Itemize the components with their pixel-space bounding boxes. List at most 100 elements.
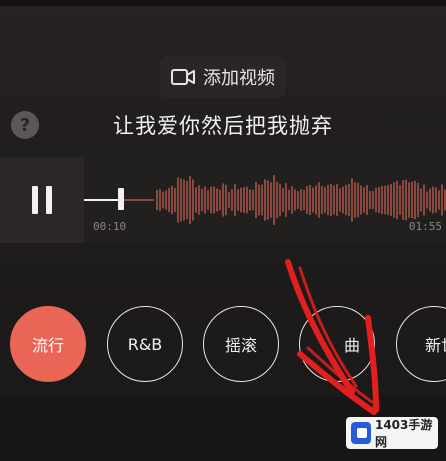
waveform-bar <box>312 187 314 213</box>
watermark-logo-icon <box>351 422 371 444</box>
waveform-bar <box>417 182 419 218</box>
waveform-bar <box>333 185 335 215</box>
pause-icon <box>30 186 54 214</box>
current-time: 00:10 <box>93 220 127 233</box>
waveform-bar <box>387 184 389 216</box>
waveform-bar <box>231 189 233 211</box>
waveform-bar <box>246 186 248 214</box>
waveform-bar <box>180 178 182 222</box>
waveform-bar <box>294 189 296 211</box>
waveform-bar <box>189 175 191 225</box>
waveform-bar <box>225 184 227 216</box>
waveform-bar <box>381 186 383 214</box>
waveform <box>84 175 446 225</box>
waveform-bar <box>402 180 404 220</box>
waveform-bar <box>297 190 299 210</box>
waveform-bar <box>432 186 434 214</box>
waveform-bar <box>405 179 407 221</box>
waveform-bar <box>282 188 284 212</box>
waveform-bar <box>183 179 185 221</box>
waveform-bar <box>351 178 353 222</box>
waveform-bar <box>414 180 416 220</box>
waveform-bar <box>324 187 326 213</box>
playhead-handle[interactable] <box>118 188 124 210</box>
waveform-bar <box>390 183 392 217</box>
waveform-bar <box>288 189 290 211</box>
waveform-track[interactable] <box>84 157 446 243</box>
add-video-button[interactable]: 添加视频 <box>160 56 286 98</box>
play-pause-button[interactable] <box>0 157 84 243</box>
waveform-bar <box>186 181 188 219</box>
waveform-bar <box>342 186 344 214</box>
waveform-bar <box>354 182 356 218</box>
genre-rock-button[interactable]: 摇滚 <box>203 306 279 382</box>
waveform-bar <box>303 189 305 211</box>
waveform-bar <box>285 183 287 217</box>
waveform-bar <box>315 185 317 215</box>
genre-label: 曲 <box>343 336 360 355</box>
waveform-bar <box>243 187 245 213</box>
waveform-bar <box>426 191 428 209</box>
waveform-bar <box>396 180 398 220</box>
watermark-text: 1403手游网 <box>374 418 433 449</box>
waveform-bar <box>210 186 212 214</box>
waveform-bar <box>165 190 167 210</box>
genre-label: 流行 <box>31 336 64 355</box>
waveform-bar <box>309 184 311 216</box>
waveform-bar <box>270 182 272 218</box>
genre-label: 摇滚 <box>224 336 257 355</box>
genre-label: 新世 <box>424 336 446 355</box>
waveform-bar <box>216 188 218 212</box>
waveform-bar <box>408 182 410 218</box>
waveform-bar <box>234 184 236 216</box>
waveform-bar <box>291 186 293 214</box>
waveform-bar <box>306 186 308 214</box>
genre-pop-button[interactable]: 流行 <box>10 306 86 382</box>
waveform-bar <box>195 187 197 213</box>
waveform-bar <box>420 188 422 212</box>
waveform-bar <box>423 184 425 216</box>
waveform-bar <box>192 179 194 221</box>
waveform-bar <box>219 189 221 211</box>
waveform-bar <box>198 185 200 215</box>
waveform-bar <box>360 185 362 215</box>
waveform-bar <box>228 191 230 209</box>
waveform-bar <box>429 188 431 212</box>
waveform-bar <box>249 189 251 211</box>
waveform-bar <box>207 190 209 210</box>
genre-rnb-button[interactable]: R&B <box>107 306 183 382</box>
waveform-bar <box>237 189 239 211</box>
top-bar <box>0 0 446 6</box>
video-camera-icon <box>171 69 195 85</box>
genre-new-age-button[interactable]: 新世 <box>396 306 446 382</box>
waveform-bar <box>435 187 437 213</box>
waveform-bar <box>273 175 275 225</box>
waveform-bar <box>372 191 374 209</box>
waveform-bar <box>204 186 206 214</box>
waveform-bar <box>339 188 341 212</box>
genre-selector: 流行 R&B 摇滚 曲 新世 <box>0 306 446 386</box>
waveform-bar <box>384 185 386 215</box>
waveform-bar <box>345 184 347 216</box>
waveform-bar <box>363 187 365 213</box>
genre-label: R&B <box>127 334 163 354</box>
waveform-bar <box>156 189 158 211</box>
waveform-bar <box>366 185 368 215</box>
waveform-bar <box>441 184 443 216</box>
waveform-bar <box>348 183 350 217</box>
waveform-bar <box>369 190 371 210</box>
waveform-bar <box>222 183 224 217</box>
waveform-bar <box>267 180 269 220</box>
waveform-bar <box>252 189 254 211</box>
waveform-bar <box>213 186 215 214</box>
waveform-bar <box>168 187 170 213</box>
waveform-bar <box>159 189 161 211</box>
waveform-bar <box>330 183 332 217</box>
waveform-bar <box>438 190 440 210</box>
genre-song-button[interactable]: 曲 <box>299 306 375 382</box>
waveform-bar <box>177 177 179 223</box>
waveform-bar <box>255 182 257 218</box>
current-lyric: 让我爱你然后把我抛弃 <box>113 114 333 138</box>
waveform-bar <box>318 182 320 218</box>
waveform-bar <box>321 186 323 214</box>
